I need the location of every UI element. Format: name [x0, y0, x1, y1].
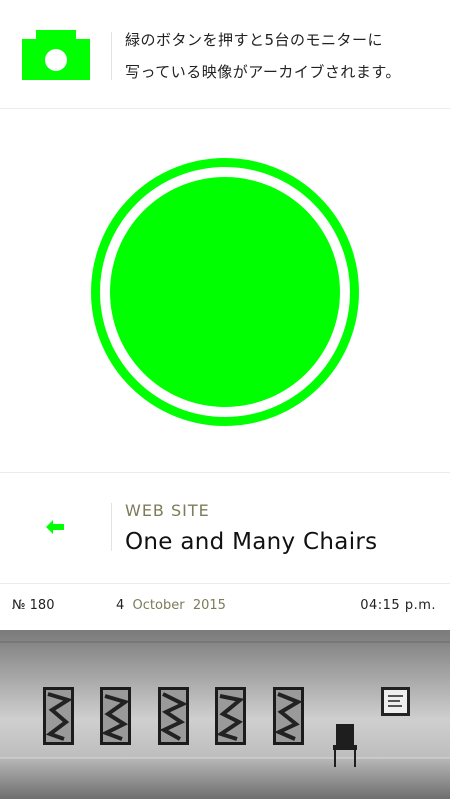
nav-label: WEB SITE: [125, 501, 210, 520]
nav-title[interactable]: One and Many Chairs: [125, 529, 377, 555]
nav-divider: [111, 503, 112, 551]
date-day: 4: [116, 598, 125, 613]
gallery-installation-photo: [0, 630, 450, 799]
monitor-frame: [158, 687, 189, 745]
archive-date: 4 October 2015: [116, 598, 226, 613]
nav-bar: WEB SITE One and Many Chairs: [0, 472, 450, 584]
monitor-frame: [215, 687, 246, 745]
info-bar: № 180 4 October 2015 04:15 p.m.: [0, 583, 450, 629]
monitor-frame: [100, 687, 131, 745]
record-button-inner: [110, 177, 340, 407]
archive-time: 04:15 p.m.: [360, 598, 436, 613]
wall-panel: [381, 687, 410, 716]
header: 緑のボタンを押すと5台のモニターに 写っている映像がアーカイブされます。: [0, 0, 450, 109]
header-divider: [111, 32, 112, 80]
archive-number: № 180: [12, 598, 55, 613]
instruction-text: 緑のボタンを押すと5台のモニターに 写っている映像がアーカイブされます。: [125, 24, 445, 88]
date-month: October: [132, 598, 185, 613]
date-year: 2015: [192, 598, 226, 613]
instruction-line-1: 緑のボタンを押すと5台のモニターに: [125, 31, 384, 49]
instruction-line-2: 写っている映像がアーカイブされます。: [125, 63, 401, 81]
back-arrow-icon[interactable]: [46, 520, 66, 534]
monitor-frame: [273, 687, 304, 745]
gallery-photo-image: [0, 630, 450, 799]
monitor-frame: [43, 687, 74, 745]
camera-icon: [22, 30, 90, 80]
record-button[interactable]: [91, 158, 359, 426]
